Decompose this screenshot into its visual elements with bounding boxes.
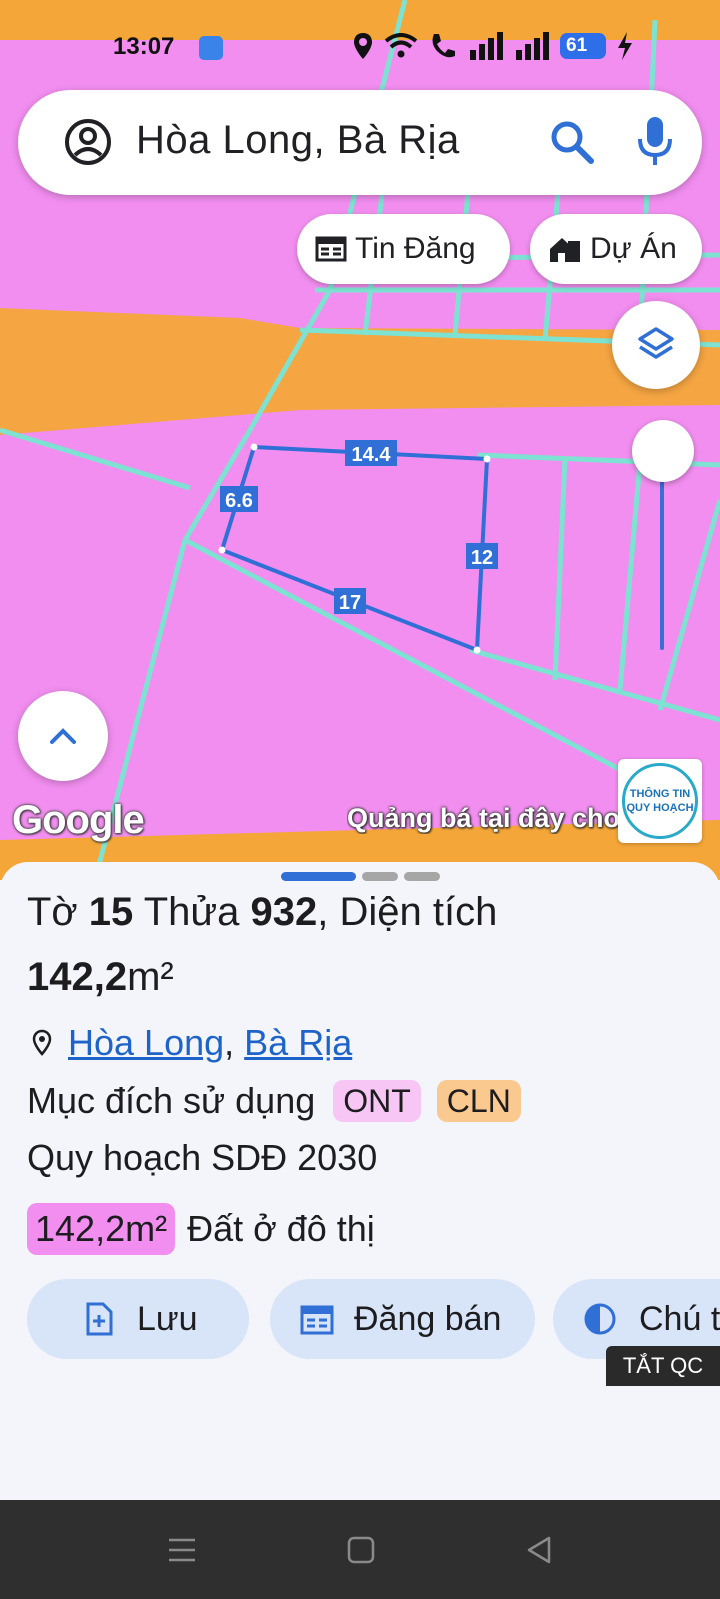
- edge-label-right: 12: [471, 547, 493, 569]
- location-icon: [354, 33, 372, 59]
- post-sale-button[interactable]: Đăng bán: [270, 1279, 535, 1359]
- home-icon[interactable]: [346, 1535, 376, 1565]
- signal-icon: [470, 32, 503, 60]
- lot-word: Thửa: [143, 890, 240, 934]
- logo-line-2: QUY HOẠCH: [626, 802, 694, 814]
- parcel-area: 142,2m²: [27, 955, 174, 1000]
- location-separator: ,: [224, 1022, 235, 1063]
- sheet-number: 15: [88, 890, 134, 934]
- logo-line-1: THÔNG TIN: [629, 788, 691, 800]
- edge-label-left: 6.6: [225, 490, 253, 512]
- chip-du-an[interactable]: Dự Án: [530, 214, 702, 284]
- contrast-icon: [584, 1303, 616, 1335]
- save-label: Lưu: [137, 1299, 198, 1338]
- status-bar: 13:07 61: [0, 0, 720, 90]
- purpose-tag-cln: CLN: [436, 1080, 521, 1122]
- purpose-label: Mục đích sử dụng: [27, 1080, 316, 1121]
- opacity-slider-thumb[interactable]: [632, 420, 694, 482]
- search-bar[interactable]: Hòa Long, Bà Rịa: [18, 90, 702, 195]
- parcel-title: Tờ 15 Thửa 932, Diện tích: [27, 890, 497, 935]
- location-link-city[interactable]: Bà Rịa: [244, 1022, 352, 1064]
- layers-icon: [638, 327, 674, 359]
- opacity-slider-track[interactable]: [660, 465, 664, 650]
- wifi-icon: [384, 33, 418, 58]
- expand-button[interactable]: [18, 691, 108, 781]
- status-time: 13:07: [113, 33, 175, 60]
- save-file-icon: [86, 1302, 113, 1336]
- account-icon[interactable]: [63, 117, 113, 167]
- system-nav-bar: [0, 1500, 720, 1599]
- volte-call-icon: [432, 34, 455, 58]
- calendar-post-icon: [300, 1305, 334, 1335]
- area-word: , Diện tích: [317, 890, 498, 934]
- chevron-up-icon: [50, 728, 76, 744]
- listing-icon: [315, 236, 347, 262]
- home-app-icon: [199, 36, 223, 60]
- location-pin-icon: [32, 1029, 52, 1056]
- edge-label-bottom: 17: [339, 592, 361, 614]
- promo-banner[interactable]: Quảng bá tại đây cho: [347, 803, 619, 834]
- signal-icon: [516, 32, 549, 60]
- chip-label: Tin Đăng: [355, 232, 476, 265]
- area-value: 142,2: [27, 955, 128, 999]
- edge-label-top: 14.4: [352, 444, 392, 466]
- map-view[interactable]: 14.4 6.6 12 17 13:07 61 Hòa Long, Bà Rịa: [0, 0, 720, 880]
- plan-label: Quy hoạch SDĐ 2030: [27, 1137, 378, 1178]
- charging-icon: [618, 32, 632, 60]
- lot-number: 932: [250, 890, 318, 934]
- recents-icon[interactable]: [167, 1536, 197, 1564]
- layers-button[interactable]: [612, 301, 700, 389]
- planning-info-logo[interactable]: THÔNG TIN QUY HOẠCH: [618, 759, 702, 843]
- plan-area-tag: 142,2m²: [27, 1203, 176, 1255]
- search-input[interactable]: Hòa Long, Bà Rịa: [136, 118, 460, 163]
- save-button[interactable]: Lưu: [27, 1279, 249, 1359]
- status-icons: 61: [352, 30, 634, 62]
- chip-tin-dang[interactable]: Tin Đăng: [297, 214, 510, 284]
- plan-use: Đất ở đô thị: [187, 1208, 375, 1249]
- back-icon[interactable]: [525, 1535, 553, 1565]
- chip-label: Dự Án: [590, 232, 677, 265]
- post-sale-label: Đăng bán: [354, 1299, 502, 1338]
- project-house-icon: [550, 238, 580, 262]
- area-unit: m²: [127, 955, 174, 999]
- plan-area-row: 142,2m² Đất ở đô thị: [27, 1203, 375, 1255]
- sheet-handle[interactable]: [281, 872, 440, 882]
- sheet-word: Tờ: [27, 890, 78, 934]
- mic-icon[interactable]: [635, 115, 675, 167]
- purpose-tag-ont: ONT: [333, 1080, 421, 1122]
- search-icon[interactable]: [548, 118, 596, 166]
- land-use-purpose: Mục đích sử dụng ONT CLN: [27, 1080, 521, 1122]
- google-logo: Google: [12, 798, 145, 842]
- battery-indicator: 61: [560, 33, 606, 59]
- ad-off-button[interactable]: TẮT QC: [606, 1346, 720, 1386]
- parcel-location: Hòa Long, Bà Rịa: [30, 1022, 352, 1064]
- legend-label: Chú t: [639, 1299, 720, 1338]
- location-link-ward[interactable]: Hòa Long: [68, 1022, 224, 1064]
